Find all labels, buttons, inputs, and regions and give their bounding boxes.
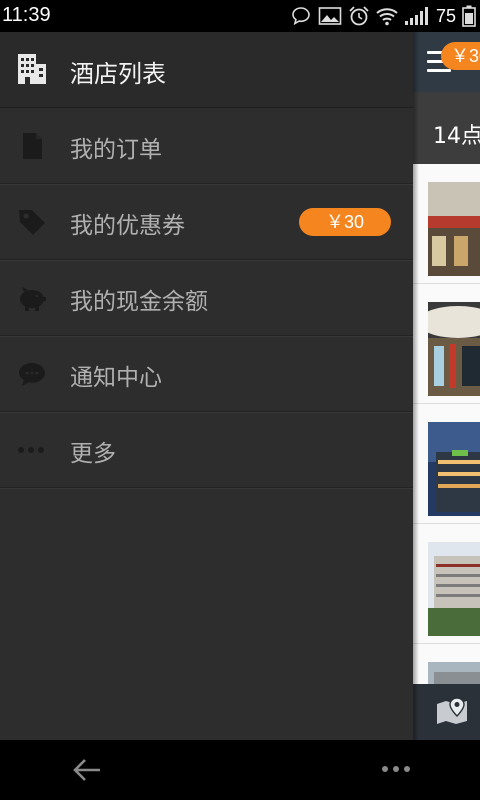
menu-item-label: 通知中心	[70, 365, 162, 391]
menu-item-cash-balance[interactable]: 我的现金余额	[0, 260, 413, 336]
banner-text: 14点	[433, 124, 480, 149]
map-pin-icon[interactable]	[435, 696, 469, 728]
list-item[interactable]	[413, 524, 480, 644]
image-icon	[318, 7, 342, 25]
list-item[interactable]	[413, 164, 480, 284]
battery-icon	[462, 5, 476, 27]
time-banner: 14点	[413, 92, 480, 164]
menu-item-my-coupons[interactable]: 我的优惠券 ￥30	[0, 184, 413, 260]
menu-item-my-orders[interactable]: 我的订单	[0, 108, 413, 184]
chat-icon	[292, 7, 310, 26]
hotel-list-background[interactable]: ￥30 14点	[413, 32, 480, 740]
system-navigation-bar	[0, 740, 480, 800]
menu-item-notification-center[interactable]: 通知中心	[0, 336, 413, 412]
hotel-list-topbar: ￥30	[413, 32, 480, 92]
drawer-header[interactable]: 酒店列表	[0, 32, 413, 108]
navigation-drawer: 酒店列表 我的订单 我的优惠券 ￥30 我的现金余额 通知中心 更多	[0, 32, 413, 740]
tag-icon	[19, 210, 45, 235]
hotel-list	[413, 164, 480, 740]
status-icons: 75	[290, 4, 476, 28]
list-item[interactable]	[413, 284, 480, 404]
alarm-icon	[349, 6, 369, 26]
coupon-badge[interactable]: ￥30	[441, 42, 480, 70]
signal-icon	[404, 7, 428, 25]
menu-item-label: 我的现金余额	[70, 289, 208, 315]
piggy-bank-icon	[20, 287, 46, 311]
menu-item-label: 我的优惠券	[70, 213, 185, 239]
menu-item-more[interactable]: 更多	[0, 412, 413, 488]
more-dots-icon[interactable]	[380, 762, 412, 776]
speech-bubble-icon	[19, 363, 45, 386]
clock: 11:39	[2, 4, 51, 26]
hotel-photo	[428, 182, 480, 276]
menu-item-label: 我的订单	[70, 137, 162, 163]
hotel-photo	[428, 422, 480, 516]
drawer-shadow	[413, 32, 419, 740]
document-icon	[23, 133, 42, 159]
building-icon	[18, 54, 46, 84]
hotel-photo	[428, 542, 480, 636]
ellipsis-icon	[18, 447, 44, 453]
back-arrow-icon[interactable]	[70, 755, 104, 785]
coupon-amount-badge: ￥30	[299, 208, 391, 236]
map-bar	[413, 684, 480, 740]
status-bar: 11:39 75	[0, 0, 480, 32]
menu-item-label: 更多	[70, 441, 116, 467]
drawer-title: 酒店列表	[70, 60, 166, 88]
list-item[interactable]	[413, 404, 480, 524]
battery-level: 75	[435, 5, 456, 26]
hotel-photo	[428, 302, 480, 396]
wifi-icon	[376, 8, 398, 26]
